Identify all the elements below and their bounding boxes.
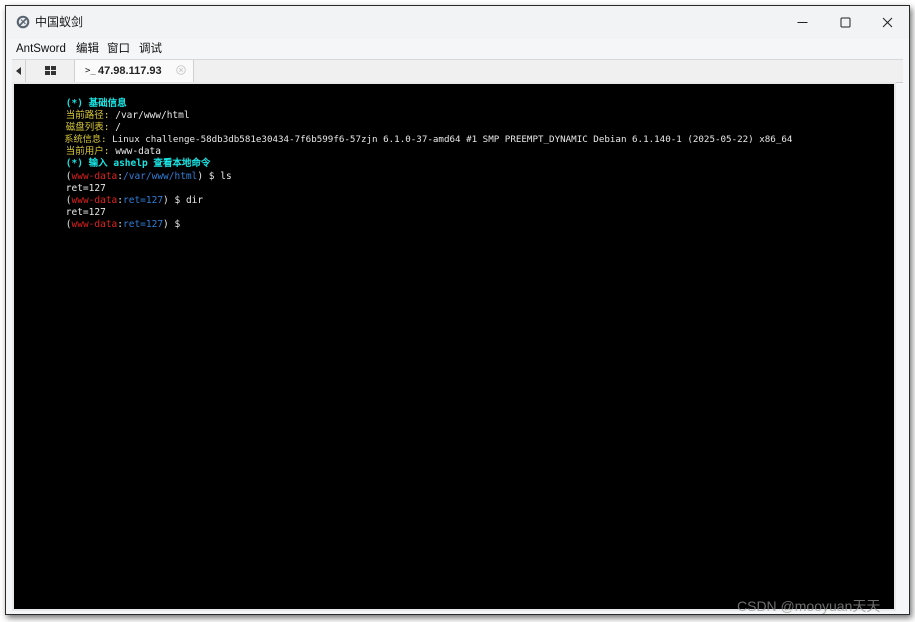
screenshot-page: 中国蚁剑 AntSword 编辑 窗口 调试 >_ 47.98.117.93 (… — [0, 0, 915, 622]
prompt-location: ret=127 — [123, 219, 164, 230]
prompt-command: ls — [220, 171, 232, 182]
menu-window[interactable]: 窗口 — [107, 41, 130, 57]
terminal-output-line: ret=127 — [20, 195, 106, 218]
menu-antsword[interactable]: AntSword — [16, 41, 66, 57]
terminal-line-current-user: 当前用户: www-data — [20, 134, 161, 157]
terminal-prompt-icon: >_ — [85, 66, 96, 76]
tab-scroll-left-button[interactable] — [12, 60, 26, 82]
terminal-prompt-line: (www-data:ret=127) $ dir — [20, 183, 203, 206]
terminal-panel[interactable]: (*) 基础信息 当前路径: /var/www/html 磁盘列表: / 系统信… — [12, 82, 896, 611]
terminal-line-current-path: 当前路径: /var/www/html — [20, 98, 190, 121]
window-title: 中国蚁剑 — [35, 15, 84, 29]
prompt-user: www-data — [71, 219, 118, 230]
prompt-dollar: ) $ — [197, 171, 221, 182]
maximize-button[interactable] — [824, 6, 866, 39]
system-info-value: Linux challenge-58db3db581e30434-7f6b599… — [106, 134, 793, 145]
maximize-icon — [840, 17, 850, 28]
watermark-text: CSDN @mooyuan天天 — [737, 598, 881, 614]
terminal-header-basic-info: (*) 基础信息 — [20, 86, 127, 109]
tab-bar: >_ 47.98.117.93 — [12, 59, 903, 83]
menu-debug[interactable]: 调试 — [139, 41, 162, 57]
terminal-input-line[interactable]: (www-data:ret=127) $ — [20, 207, 186, 230]
terminal-header-help: (*) 输入 ashelp 查看本地命令 — [20, 146, 211, 169]
antsword-window: 中国蚁剑 AntSword 编辑 窗口 调试 >_ 47.98.117.93 (… — [5, 5, 910, 615]
minimize-icon — [797, 22, 807, 23]
prompt-command: dir — [185, 195, 204, 206]
caret-left-icon — [15, 67, 21, 75]
terminal-output-line: ret=127 — [20, 171, 106, 194]
close-button[interactable] — [866, 6, 908, 39]
tab-terminal-label: 47.98.117.93 — [98, 65, 162, 77]
tab-terminal[interactable]: >_ 47.98.117.93 — [75, 60, 194, 82]
prompt-location: /var/www/html — [123, 171, 198, 182]
prompt-dollar: ) $ — [163, 219, 186, 230]
tab-home[interactable] — [26, 60, 75, 82]
menu-edit[interactable]: 编辑 — [76, 41, 99, 57]
antsword-logo-icon — [16, 15, 30, 29]
close-icon — [882, 17, 892, 28]
title-bar: 中国蚁剑 — [6, 6, 909, 39]
prompt-location: ret=127 — [123, 195, 164, 206]
terminal-prompt-line: (www-data:/var/www/html) $ ls — [20, 159, 232, 182]
prompt-dollar: ) $ — [163, 195, 186, 206]
tab-close-icon[interactable] — [176, 65, 186, 75]
current-path-value: /var/www/html — [109, 110, 190, 121]
grid-icon — [44, 66, 56, 75]
minimize-button[interactable] — [781, 6, 823, 39]
terminal-line-system-info: 系统信息: Linux challenge-58db3db581e30434-7… — [20, 122, 792, 145]
terminal-line-disk-list: 磁盘列表: / — [20, 110, 121, 133]
menu-bar: AntSword 编辑 窗口 调试 — [6, 39, 909, 59]
